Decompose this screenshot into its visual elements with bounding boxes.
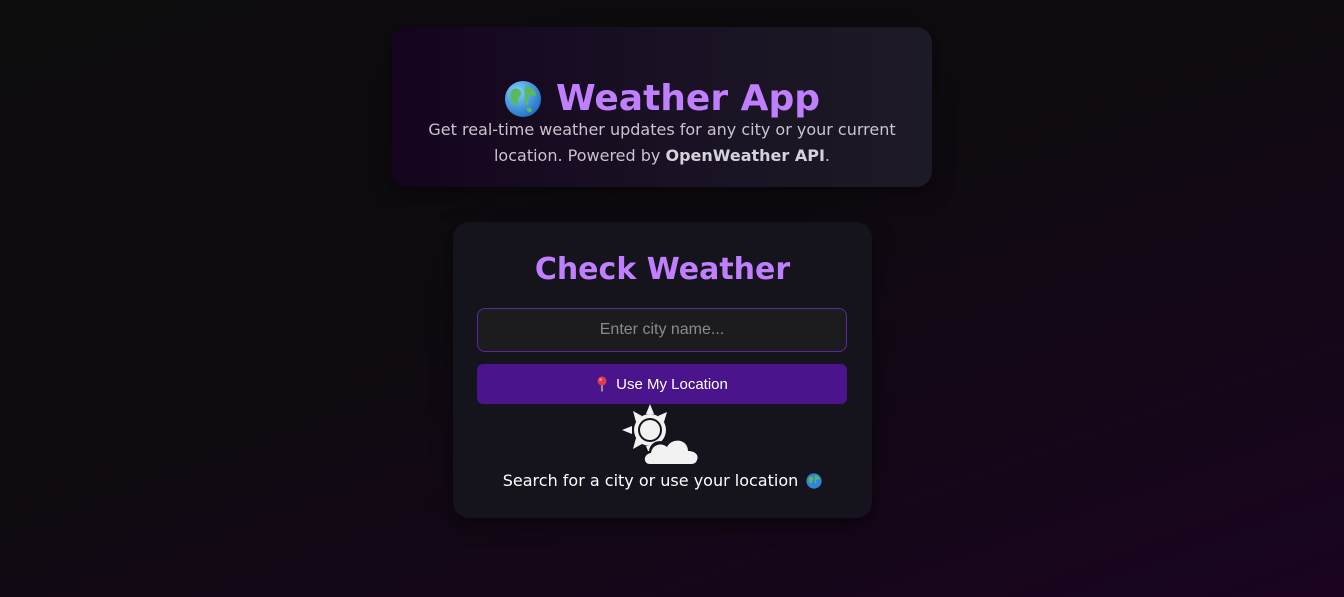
sun-behind-cloud-icon (620, 402, 704, 470)
weather-card: Check Weather Use My Location (453, 222, 872, 518)
use-my-location-button[interactable]: Use My Location (477, 364, 847, 404)
header-card: Weather App Get real-time weather update… (392, 27, 932, 187)
pin-icon (596, 376, 608, 392)
subtitle-end: . (824, 146, 830, 165)
city-search-input[interactable] (477, 308, 847, 352)
hint-text: Search for a city or use your location (502, 471, 799, 490)
page-subtitle: Get real-time weather updates for any ci… (422, 117, 902, 169)
check-weather-title: Check Weather (534, 252, 791, 287)
header-title-row: Weather App (392, 77, 932, 121)
hint-row: Search for a city or use your location (453, 470, 872, 492)
globe-icon (806, 473, 822, 489)
page-title: Weather App (555, 78, 821, 119)
globe-icon (504, 80, 542, 118)
use-my-location-label: Use My Location (616, 375, 728, 393)
api-name: OpenWeather API (665, 146, 825, 165)
